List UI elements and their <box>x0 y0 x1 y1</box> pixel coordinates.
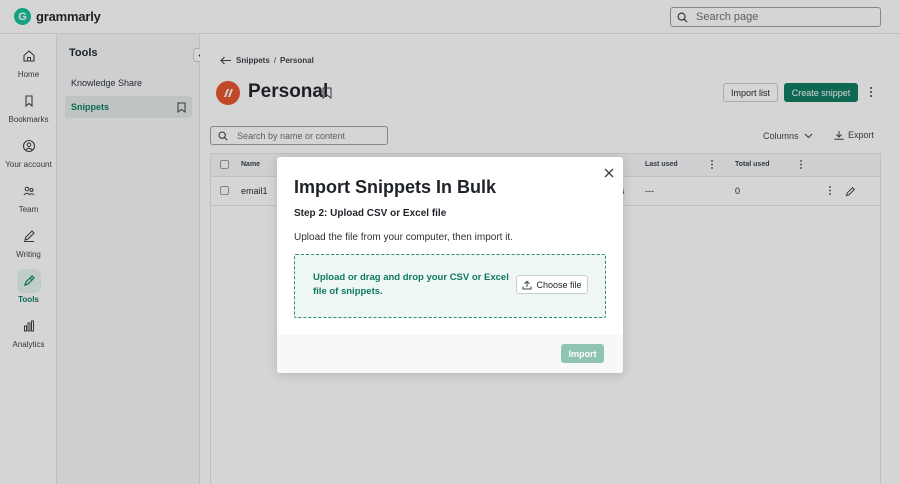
upload-icon <box>522 280 532 289</box>
modal-footer: Import <box>277 335 623 373</box>
close-icon[interactable] <box>603 167 615 179</box>
file-dropzone[interactable]: Upload or drag and drop your CSV or Exce… <box>294 254 606 318</box>
choose-file-button[interactable]: Choose file <box>516 275 588 294</box>
choose-file-label: Choose file <box>536 279 582 290</box>
modal-description: Upload the file from your computer, then… <box>294 232 513 243</box>
modal-title: Import Snippets In Bulk <box>294 177 497 197</box>
import-button[interactable]: Import <box>561 344 604 363</box>
modal-step-heading: Step 2: Upload CSV or Excel file <box>294 208 447 219</box>
dropzone-text: Upload or drag and drop your CSV or Exce… <box>313 272 509 297</box>
import-snippets-modal: Import Snippets In Bulk Step 2: Upload C… <box>277 157 623 373</box>
